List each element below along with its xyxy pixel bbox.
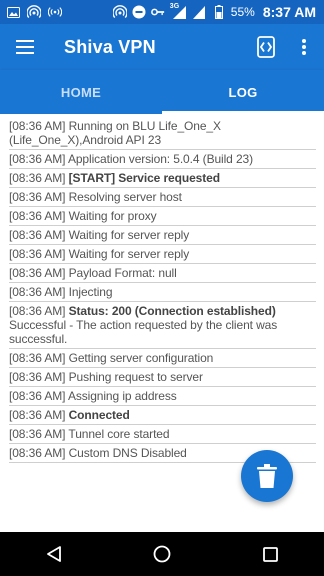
log-message: Resolving server host	[68, 190, 182, 204]
log-entry: [08:36 AM] Tunnel core started	[9, 425, 316, 444]
log-entry: [08:36 AM] Injecting	[9, 283, 316, 302]
log-time: [08:36 AM]	[9, 446, 66, 460]
log-time: [08:36 AM]	[9, 171, 66, 185]
log-time: [08:36 AM]	[9, 247, 66, 261]
log-entry: [08:36 AM] Waiting for server reply	[9, 226, 316, 245]
log-message: Connected	[68, 408, 130, 422]
log-time: [08:36 AM]	[9, 370, 66, 384]
log-entry: [08:36 AM] Waiting for proxy	[9, 207, 316, 226]
tab-log-label: LOG	[228, 84, 258, 100]
log-time: [08:36 AM]	[9, 152, 66, 166]
log-message: Pushing request to server	[68, 370, 203, 384]
image-icon	[6, 5, 20, 19]
log-entry: [08:36 AM] Waiting for server reply	[9, 245, 316, 264]
log-message: Getting server configuration	[68, 351, 214, 365]
log-message: Custom DNS Disabled	[68, 446, 187, 460]
signal-3g-icon: 3G	[170, 3, 188, 19]
log-message: Application version: 5.0.4 (Build 23)	[67, 152, 254, 166]
overflow-menu-button[interactable]	[284, 24, 324, 70]
connection-toggle-button[interactable]	[248, 24, 284, 70]
menu-button[interactable]	[0, 24, 50, 70]
back-icon	[47, 546, 61, 562]
log-message: Injecting	[68, 285, 113, 299]
tab-home[interactable]: HOME	[0, 70, 162, 114]
log-time: [08:36 AM]	[9, 209, 66, 223]
log-time: [08:36 AM]	[9, 228, 66, 242]
log-entry: [08:36 AM] Status: 200 (Connection estab…	[9, 302, 316, 349]
recents-button[interactable]	[240, 532, 300, 576]
log-message: Assigning ip address	[67, 389, 177, 403]
log-message: Payload Format: null	[68, 266, 177, 280]
log-time: [08:36 AM]	[9, 351, 66, 365]
log-message: Tunnel core started	[68, 427, 170, 441]
hamburger-menu-icon	[16, 40, 34, 54]
log-entry: [08:36 AM] Running on BLU Life_One_X (Li…	[9, 117, 316, 150]
log-time: [08:36 AM]	[9, 190, 66, 204]
log-time: [08:36 AM]	[9, 304, 66, 318]
clock: 8:37 AM	[262, 4, 316, 20]
log-time: [08:36 AM]	[9, 266, 66, 280]
log-time: [08:36 AM]	[9, 427, 66, 441]
log-time: [08:36 AM]	[9, 408, 66, 422]
log-entry: [08:36 AM] [START] Service requested	[9, 169, 316, 188]
log-message: [START] Service requested	[68, 171, 220, 185]
log-message: Waiting for server reply	[68, 247, 190, 261]
log-entry: [08:36 AM] Payload Format: null	[9, 264, 316, 283]
tab-home-label: HOME	[60, 84, 102, 100]
log-time: [08:36 AM]	[9, 285, 66, 299]
log-message: Waiting for proxy	[68, 209, 157, 223]
tab-bar: HOME LOG	[0, 70, 324, 114]
home-icon	[153, 545, 171, 563]
status-bar: 3G 55% 8:37 AM	[0, 0, 324, 24]
app-title: Shiva VPN	[64, 36, 156, 57]
wifi-hotspot-icon	[27, 5, 41, 19]
log-message: Status: 200 (Connection established)	[68, 304, 276, 318]
hotspot-icon	[112, 5, 127, 19]
home-button[interactable]	[132, 532, 192, 576]
trash-icon	[257, 464, 277, 488]
clear-log-button[interactable]	[241, 450, 293, 502]
more-vert-icon	[302, 39, 306, 55]
connection-toggle-icon	[257, 36, 275, 58]
back-button[interactable]	[24, 532, 84, 576]
log-time: [08:36 AM]	[9, 119, 66, 133]
do-not-disturb-icon	[132, 5, 146, 19]
log-entry: [08:36 AM] Connected	[9, 406, 316, 425]
key-icon	[150, 5, 165, 19]
tab-log[interactable]: LOG	[162, 70, 324, 114]
signal-bars-icon	[193, 5, 207, 19]
log-entry: [08:36 AM] Pushing request to server	[9, 368, 316, 387]
log-time: [08:36 AM]	[9, 389, 66, 403]
log-entry: [08:36 AM] Application version: 5.0.4 (B…	[9, 150, 316, 169]
log-entry: [08:36 AM] Getting server configuration	[9, 349, 316, 368]
recents-icon	[262, 546, 278, 562]
battery-icon	[212, 5, 226, 19]
log-detail: Successful - The action requested by the…	[9, 318, 278, 346]
log-message: Waiting for server reply	[68, 228, 190, 242]
log-entry: [08:36 AM] Resolving server host	[9, 188, 316, 207]
battery-percent: 55%	[230, 5, 255, 19]
navigation-bar	[0, 532, 324, 576]
broadcast-icon	[48, 5, 62, 19]
log-entry: [08:36 AM] Assigning ip address	[9, 387, 316, 406]
app-bar: Shiva VPN	[0, 24, 324, 70]
